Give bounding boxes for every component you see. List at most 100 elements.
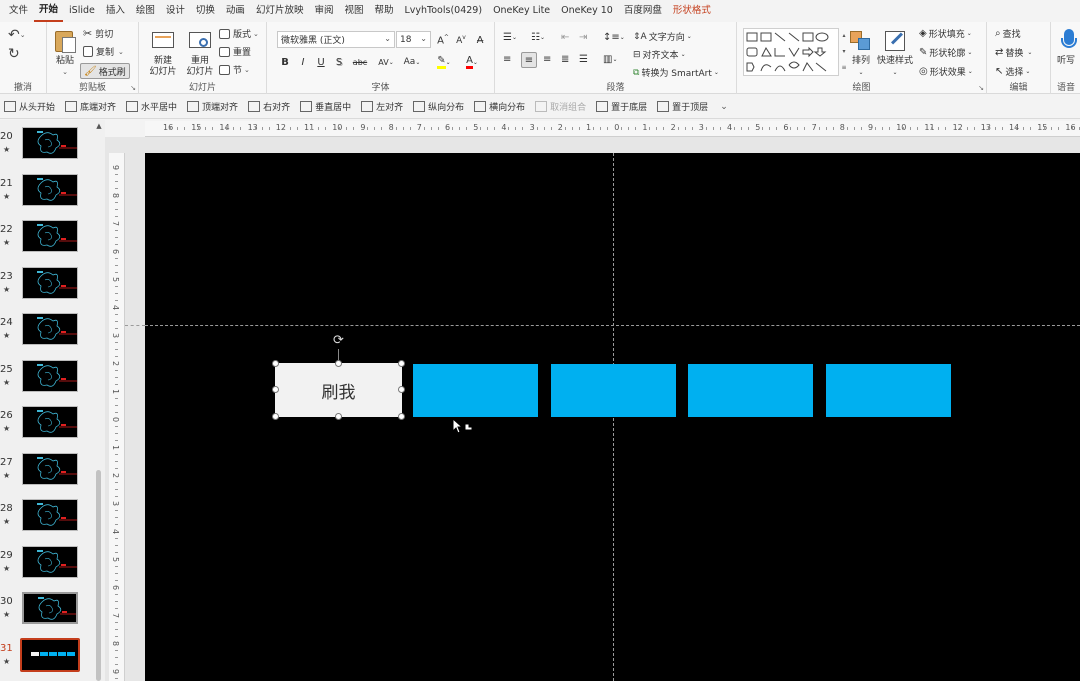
- menu-tab-2[interactable]: iSlide: [64, 0, 100, 22]
- find-button[interactable]: ⌕ 查找: [995, 27, 1021, 40]
- drawing-dialog-launcher-icon[interactable]: ↘: [978, 84, 984, 92]
- resize-handle-top-left[interactable]: [272, 360, 279, 367]
- menu-tab-11[interactable]: 帮助: [369, 0, 398, 22]
- reset-button[interactable]: 重置: [219, 45, 251, 58]
- vertical-guide[interactable]: [613, 153, 614, 681]
- text-direction-button[interactable]: ⇕A 文字方向 ⌄: [633, 30, 692, 44]
- resize-handle-bottom-right[interactable]: [398, 413, 405, 420]
- dialog-launcher-icon[interactable]: ↘: [130, 84, 136, 92]
- select-button[interactable]: ↖ 选择 ⌄: [995, 65, 1030, 78]
- blue-rectangle-2[interactable]: [551, 364, 676, 417]
- smartart-button[interactable]: ⧉ 转换为 SmartArt ⌄: [633, 66, 719, 80]
- resize-handle-bottom[interactable]: [335, 413, 342, 420]
- blue-rectangle-1[interactable]: [413, 364, 538, 417]
- quickbar-item-5[interactable]: 垂直居中: [300, 100, 351, 113]
- menu-tab-7[interactable]: 动画: [221, 0, 250, 22]
- blue-rectangle-3[interactable]: [688, 364, 813, 417]
- menu-tab-12[interactable]: LvyhTools(0429): [400, 0, 488, 22]
- slide-thumbnail[interactable]: [22, 545, 78, 578]
- menu-tab-3[interactable]: 插入: [101, 0, 130, 22]
- scroll-up-icon[interactable]: ▲: [95, 122, 103, 130]
- quickbar-item-3[interactable]: 顶端对齐: [187, 100, 238, 113]
- slide-thumbnail-row[interactable]: 28 ★: [0, 499, 92, 539]
- menu-tab-8[interactable]: 幻灯片放映: [251, 0, 309, 22]
- resize-handle-top[interactable]: [335, 360, 342, 367]
- paste-button[interactable]: 粘贴 ⌄: [51, 28, 79, 78]
- slide-thumbnail[interactable]: [20, 637, 80, 672]
- distribute-button[interactable]: ☰: [579, 54, 588, 65]
- resize-handle-bottom-left[interactable]: [272, 413, 279, 420]
- menu-tab-13[interactable]: OneKey Lite: [488, 0, 555, 22]
- quickbar-item-6[interactable]: 左对齐: [361, 100, 403, 113]
- new-slide-button[interactable]: 新建 幻灯片: [145, 28, 181, 78]
- slide-thumbnail-row[interactable]: 21 ★: [0, 173, 92, 214]
- section-button[interactable]: 节 ⌄: [219, 63, 250, 76]
- slide-thumbnail-row[interactable]: 22 ★: [0, 220, 92, 260]
- increase-indent-button[interactable]: ⇥: [579, 32, 587, 43]
- slide-thumbnail[interactable]: [22, 173, 78, 206]
- menu-tab-14[interactable]: OneKey 10: [556, 0, 618, 22]
- slide-thumbnail-row[interactable]: 31 ★: [0, 637, 92, 679]
- slide-thumbnail-row[interactable]: 23 ★: [0, 266, 92, 307]
- cut-button[interactable]: ✂ 剪切: [83, 27, 113, 40]
- resize-handle-left[interactable]: [272, 386, 279, 393]
- quickbar-item-4[interactable]: 右对齐: [248, 100, 290, 113]
- selected-shape[interactable]: 刷我: [275, 363, 402, 417]
- slide-thumbnail[interactable]: [22, 592, 78, 624]
- shape-effects-button[interactable]: ◎ 形状效果 ⌄: [919, 65, 973, 78]
- layout-button[interactable]: 版式 ⌄: [219, 27, 259, 40]
- copy-button[interactable]: 复制 ⌄: [83, 45, 124, 58]
- slide-thumbnail[interactable]: [22, 127, 78, 159]
- slide-thumbnail[interactable]: [22, 313, 78, 345]
- line-spacing-button[interactable]: ↕≡ ⌄: [603, 32, 625, 43]
- justify-button[interactable]: ≣: [561, 54, 569, 65]
- slide-thumbnail-row[interactable]: 29 ★: [0, 545, 92, 586]
- italic-button[interactable]: I: [295, 54, 311, 70]
- decrease-indent-button[interactable]: ⇤: [561, 32, 569, 43]
- slide-thumbnail-row[interactable]: 27 ★: [0, 452, 92, 493]
- blue-rectangle-4[interactable]: [826, 364, 951, 417]
- resize-handle-right[interactable]: [398, 386, 405, 393]
- char-spacing-button[interactable]: AV ⌄: [375, 54, 397, 70]
- underline-button[interactable]: U: [313, 54, 329, 70]
- slide-thumbnail[interactable]: [22, 220, 78, 252]
- shape-fill-button[interactable]: ◈ 形状填充 ⌄: [919, 27, 972, 40]
- shape-outline-button[interactable]: ✎ 形状轮廓 ⌄: [919, 46, 972, 59]
- quickbar-item-8[interactable]: 横向分布: [474, 100, 525, 113]
- quickbar-item-0[interactable]: 从头开始: [4, 100, 55, 113]
- bullets-button[interactable]: ☰ ⌄: [503, 32, 517, 43]
- horizontal-guide[interactable]: [145, 325, 1080, 326]
- slide-canvas[interactable]: 刷我 ⟳: [145, 153, 1080, 681]
- quickbar-item-10[interactable]: 置于底层: [596, 100, 647, 113]
- columns-button[interactable]: ▥ ⌄: [603, 54, 617, 65]
- undo-button[interactable]: ↶ ⌄: [8, 27, 26, 43]
- menu-tab-0[interactable]: 文件: [4, 0, 33, 22]
- arrange-button[interactable]: 排列 ⌄: [849, 28, 873, 78]
- redo-button[interactable]: ↻: [8, 46, 20, 62]
- menu-tab-4[interactable]: 绘图: [131, 0, 160, 22]
- align-left-button[interactable]: ≡: [503, 54, 511, 65]
- quickbar-item-11[interactable]: 置于顶层: [657, 100, 708, 113]
- resize-handle-top-right[interactable]: [398, 360, 405, 367]
- quickbar-more-icon[interactable]: ⌄: [720, 102, 728, 112]
- menu-tab-15[interactable]: 百度网盘: [619, 0, 667, 22]
- numbering-button[interactable]: ☷ ⌄: [531, 32, 545, 43]
- replace-button[interactable]: ⇄ 替换 ⌄: [995, 46, 1032, 59]
- dictate-button[interactable]: 听写: [1057, 28, 1080, 67]
- shrink-font-button[interactable]: Av: [453, 32, 469, 48]
- slide-thumbnail[interactable]: [22, 452, 78, 485]
- font-name-select[interactable]: 微软雅黑 (正文) ⌄: [277, 31, 395, 48]
- menu-tab-5[interactable]: 设计: [161, 0, 190, 22]
- font-color-button[interactable]: A ⌄: [461, 54, 483, 70]
- align-right-button[interactable]: ≡: [543, 54, 551, 65]
- quick-styles-button[interactable]: 快速样式 ⌄: [876, 28, 914, 78]
- shapes-gallery[interactable]: [743, 28, 839, 76]
- slide-thumbnail-row[interactable]: 24 ★: [0, 313, 92, 353]
- gallery-scroll[interactable]: ▴ ▾ ≡: [840, 28, 848, 76]
- slide-thumbnail[interactable]: [22, 499, 78, 531]
- slide-thumbnail-row[interactable]: 26 ★: [0, 406, 92, 446]
- slide-thumbnail-row[interactable]: 30 ★: [0, 592, 92, 632]
- align-text-button[interactable]: ⊟ 对齐文本 ⌄: [633, 48, 686, 62]
- change-case-button[interactable]: Aa ⌄: [401, 54, 423, 70]
- shadow-button[interactable]: S: [331, 54, 347, 70]
